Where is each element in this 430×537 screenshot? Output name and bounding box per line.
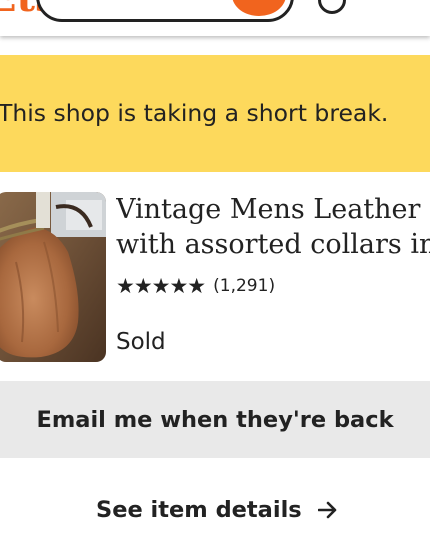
close-icon[interactable] — [393, 0, 419, 8]
notice-banner: This shop is taking a short break. — [0, 55, 430, 172]
product-title[interactable]: Vintage Mens Leather co with assorted co… — [116, 192, 430, 262]
see-item-details-label: See item details — [96, 497, 302, 523]
star-rating-icons: ★★★★★ — [116, 274, 206, 298]
product-image[interactable] — [0, 192, 106, 362]
notice-text: This shop is taking a short break. — [0, 99, 389, 127]
rating: ★★★★★ (1,291) — [116, 272, 275, 300]
header: Etsy — [0, 0, 430, 36]
leather-bag-photo — [0, 192, 106, 362]
product-title-line-1: Vintage Mens Leather co — [116, 194, 430, 225]
review-count: (1,291) — [213, 276, 276, 296]
product-title-line-2: with assorted collars inc — [116, 229, 430, 260]
availability-status: Sold — [116, 329, 166, 355]
page: Etsy This shop is taking a short break. — [0, 0, 430, 537]
user-icon[interactable] — [318, 0, 346, 14]
email-me-button-label: Email me when they're back — [36, 406, 394, 433]
see-item-details-link[interactable]: See item details — [96, 493, 338, 527]
arrow-right-icon — [317, 501, 336, 519]
email-me-button[interactable]: Email me when they're back — [0, 381, 430, 458]
